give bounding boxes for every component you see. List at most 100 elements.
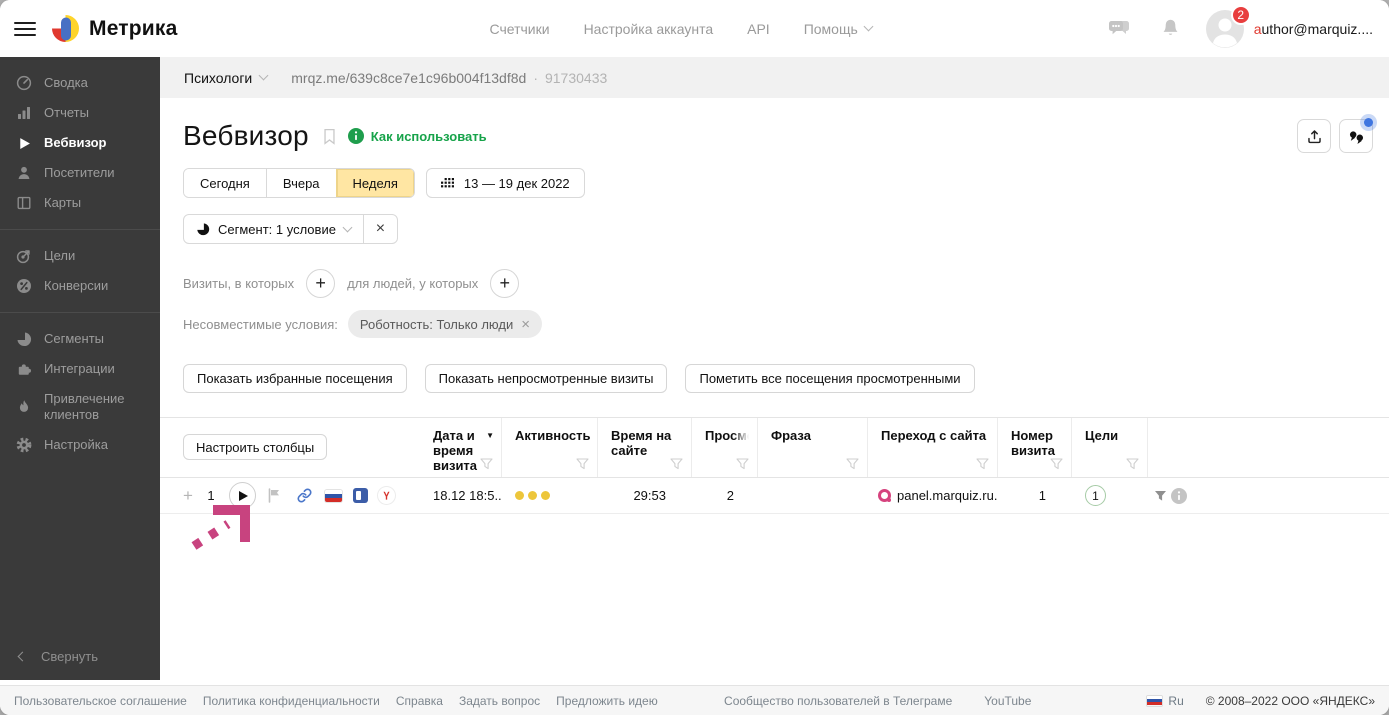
howto-link[interactable]: Как использовать xyxy=(347,128,487,144)
chat-icon[interactable] xyxy=(1107,18,1131,40)
hamburger-menu-icon[interactable] xyxy=(14,17,36,41)
sort-desc-icon[interactable]: ▼ xyxy=(486,428,494,443)
filter-funnel-icon[interactable] xyxy=(670,458,683,470)
nav-counters[interactable]: Счетчики xyxy=(490,21,550,37)
top-bar: Метрика Счетчики Настройка аккаунта API … xyxy=(0,0,1389,57)
play-icon xyxy=(16,135,32,151)
nav-account-settings[interactable]: Настройка аккаунта xyxy=(584,21,714,37)
sidebar-item-integrations[interactable]: Интеграции xyxy=(0,354,160,384)
show-favorites-button[interactable]: Показать избранные посещения xyxy=(183,364,407,393)
marquiz-favicon xyxy=(878,489,891,502)
filter-funnel-icon[interactable] xyxy=(736,458,749,470)
link-icon[interactable] xyxy=(297,488,312,503)
segment-close-button[interactable]: × xyxy=(362,215,397,243)
column-header-views[interactable]: Просмотры xyxy=(692,418,758,477)
segment-button[interactable]: Сегмент: 1 условие xyxy=(184,215,363,243)
play-visit-button[interactable] xyxy=(228,482,256,509)
target-arrow-icon xyxy=(16,248,32,264)
sidebar-item-visitors[interactable]: Посетители xyxy=(0,158,160,188)
chevron-left-icon xyxy=(17,651,28,662)
content: Вебвизор Как использовать Сегодня Вчера … xyxy=(160,117,1389,514)
export-button[interactable] xyxy=(1297,119,1331,153)
table-header: Настроить столбцы Дата и время визита ▼ … xyxy=(160,417,1389,478)
metrica-logo[interactable]: Метрика xyxy=(52,15,178,42)
footer-link-privacy[interactable]: Политика конфиденциальности xyxy=(203,694,380,708)
footer-link-terms[interactable]: Пользовательское соглашение xyxy=(14,694,187,708)
metrica-logo-icon xyxy=(52,15,79,42)
calendar-grid-icon xyxy=(440,177,454,187)
mark-all-viewed-button[interactable]: Пометить все посещения просмотренными xyxy=(685,364,975,393)
user-email[interactable]: author@marquiz.... xyxy=(1254,21,1373,37)
nav-help[interactable]: Помощь xyxy=(804,21,874,37)
tab-yesterday[interactable]: Вчера xyxy=(265,169,336,197)
filter-funnel-icon[interactable] xyxy=(576,458,589,470)
avatar[interactable]: 2 xyxy=(1205,4,1251,48)
tab-today[interactable]: Сегодня xyxy=(184,169,266,197)
cell-activity xyxy=(502,491,598,500)
filter-funnel-icon[interactable] xyxy=(846,458,859,470)
sidebar-item-client-acquisition[interactable]: Привлечение клиентов xyxy=(0,384,160,430)
column-header-filler xyxy=(1148,418,1389,477)
export-icon xyxy=(1307,129,1321,143)
sidebar-item-label: Вебвизор xyxy=(44,135,107,150)
sidebar-item-webvisor[interactable]: Вебвизор xyxy=(0,128,160,158)
footer-link-ask-question[interactable]: Задать вопрос xyxy=(459,694,540,708)
configure-columns-button[interactable]: Настроить столбцы xyxy=(183,434,328,460)
date-tabs: Сегодня Вчера Неделя xyxy=(183,168,415,198)
filter-funnel-icon[interactable] xyxy=(480,458,493,470)
sidebar-item-segments[interactable]: Сегменты xyxy=(0,324,160,354)
title-actions xyxy=(1297,118,1373,153)
column-header-activity[interactable]: Активность xyxy=(502,418,598,477)
add-people-condition-button[interactable]: + xyxy=(490,269,520,298)
robotness-chip[interactable]: Роботность: Только люди × xyxy=(347,310,543,338)
date-controls: Сегодня Вчера Неделя 13 — 19 дек 2022 xyxy=(183,168,1373,198)
main-area: Психологи mrqz.me/639c8ce7e1c96b004f13df… xyxy=(160,57,1389,685)
language-selector[interactable]: Ru xyxy=(1147,694,1184,708)
sidebar-item-summary[interactable]: Сводка xyxy=(0,68,160,98)
people-label: для людей, у которых xyxy=(347,276,479,291)
speedometer-icon xyxy=(16,75,32,91)
column-header-visit-number[interactable]: Номер визита xyxy=(998,418,1072,477)
sidebar: Сводка Отчеты Вебвизор Посетители Карты xyxy=(0,57,160,680)
expand-row-icon[interactable]: + xyxy=(183,487,193,504)
footer-link-youtube[interactable]: YouTube xyxy=(984,694,1031,708)
column-header-phrase[interactable]: Фраза xyxy=(758,418,868,477)
sidebar-item-goals[interactable]: Цели xyxy=(0,241,160,271)
sidebar-item-reports[interactable]: Отчеты xyxy=(0,98,160,128)
show-unviewed-button[interactable]: Показать непросмотренные визиты xyxy=(424,364,668,393)
sidebar-collapse-button[interactable]: Свернуть xyxy=(0,649,160,664)
counter-url: mrqz.me/639c8ce7e1c96b004f13df8d xyxy=(291,69,527,86)
visit-row[interactable]: + 1 18.12 18:5... 29:53 2 panel.marquiz.… xyxy=(160,478,1389,514)
tab-week[interactable]: Неделя xyxy=(335,169,414,197)
column-header-referrer[interactable]: Переход с сайта xyxy=(868,418,998,477)
gear-icon xyxy=(16,437,32,453)
footer-link-telegram-community[interactable]: Сообщество пользователей в Телеграме xyxy=(724,694,952,708)
info-icon[interactable] xyxy=(1171,487,1187,504)
column-header-goals[interactable]: Цели xyxy=(1072,418,1148,477)
bell-icon[interactable] xyxy=(1161,18,1180,39)
footer-link-help[interactable]: Справка xyxy=(396,694,443,708)
add-visit-condition-button[interactable]: + xyxy=(306,269,336,298)
column-header-datetime[interactable]: Дата и время визита ▼ xyxy=(420,418,502,477)
feedback-button[interactable] xyxy=(1339,118,1373,153)
flag-icon[interactable] xyxy=(267,488,281,503)
howto-label: Как использовать xyxy=(370,128,487,144)
nav-api[interactable]: API xyxy=(747,21,770,37)
date-range-button[interactable]: 13 — 19 дек 2022 xyxy=(425,168,585,198)
sidebar-item-maps[interactable]: Карты xyxy=(0,188,160,218)
filter-funnel-icon[interactable] xyxy=(1050,458,1063,470)
activity-dot xyxy=(515,491,524,500)
filter-funnel-icon[interactable] xyxy=(1126,458,1139,470)
sidebar-item-label: Цели xyxy=(44,248,76,263)
column-header-time-on-site[interactable]: Время на сайте xyxy=(598,418,692,477)
sidebar-item-conversions[interactable]: Конверсии xyxy=(0,271,160,301)
row-filter-funnel-icon[interactable] xyxy=(1154,490,1167,502)
footer-link-suggest-idea[interactable]: Предложить идею xyxy=(556,694,658,708)
title-row: Вебвизор Как использовать xyxy=(183,117,1373,155)
sidebar-group-reports: Сводка Отчеты Вебвизор Посетители Карты xyxy=(0,57,160,229)
sidebar-item-settings[interactable]: Настройка xyxy=(0,430,160,460)
counter-selector[interactable]: Психологи xyxy=(184,70,269,86)
filter-funnel-icon[interactable] xyxy=(976,458,989,470)
chip-close-icon[interactable]: × xyxy=(521,316,530,333)
bookmark-icon[interactable] xyxy=(323,128,336,145)
